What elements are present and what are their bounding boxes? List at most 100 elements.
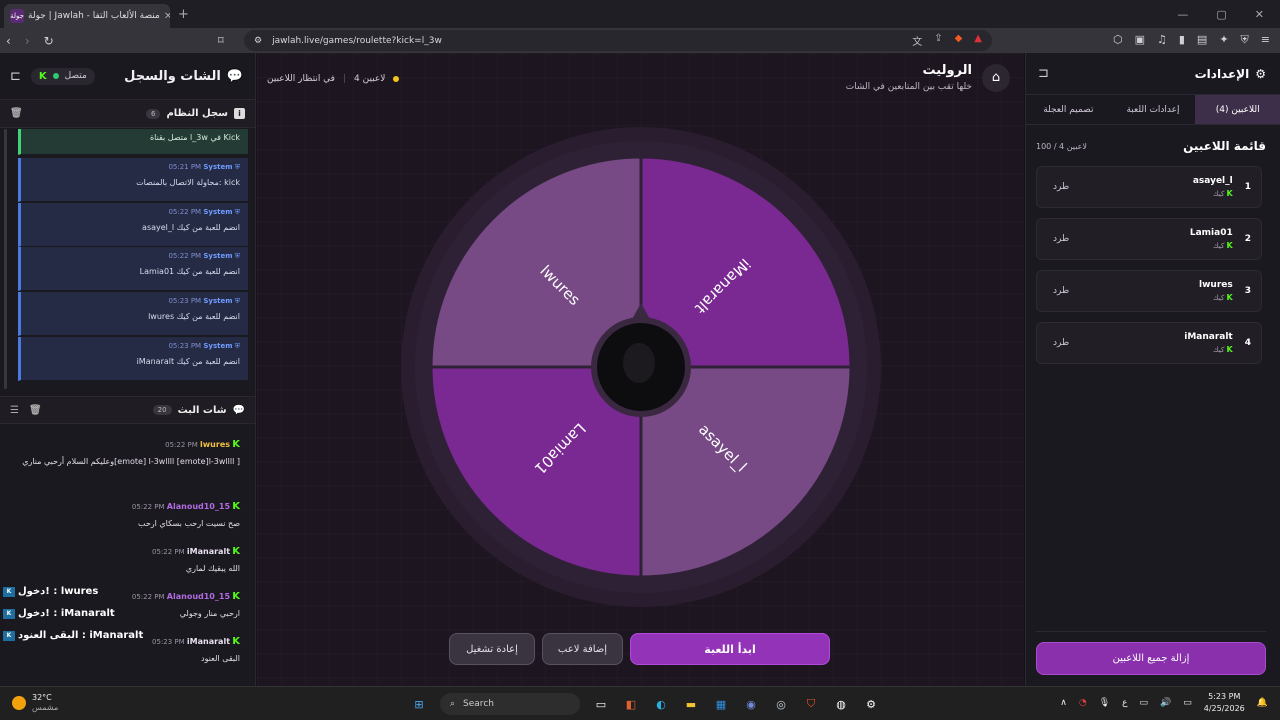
settings-icon[interactable]: ⚙: [862, 695, 880, 713]
system-log-entry: 05:21 PM System ⛨ محاولة الاتصال بالمنصا…: [18, 158, 248, 202]
media-icon[interactable]: ♫: [1157, 33, 1167, 47]
gear-icon: ⚙: [1255, 66, 1266, 81]
new-tab-icon[interactable]: +: [178, 7, 189, 22]
browser-tab[interactable]: جولة جولة | Jawlah - منصة الألعاب التفا …: [4, 4, 170, 28]
stream-chat-list[interactable]: 05:22 PM lwures K وعليكم السلام أرحبي من…: [0, 433, 256, 683]
minimize-icon[interactable]: —: [1177, 8, 1188, 21]
office-icon[interactable]: ◧: [622, 695, 640, 713]
bookmark-icon[interactable]: ⌑: [218, 34, 224, 47]
start-game-button[interactable]: ابدأ اللعبة: [630, 633, 830, 665]
roulette-wheel[interactable]: lwures iManaraltasayel_lLamia01: [399, 125, 883, 609]
leo-icon[interactable]: ✦: [1219, 33, 1228, 47]
kick-player-button[interactable]: طرد: [1053, 182, 1069, 192]
system-log-list[interactable]: متصل بقناة l_3w في Kick 05:21 PM System …: [0, 129, 256, 392]
browser-tabbar: جولة جولة | Jawlah - منصة الألعاب التفا …: [0, 0, 1280, 28]
chat-message: 05:22 PM lwures K وعليكم السلام أرحبي من…: [22, 439, 240, 466]
start-icon[interactable]: ⊞: [410, 695, 428, 713]
app: ⊏ K متصل الشات والسجل 💬 🗑 6 سجل النظام i…: [0, 53, 1280, 686]
system-log-entry: 05:22 PM System ⛨ Lamia01 انضم للعبة من …: [18, 247, 248, 291]
scrollbar[interactable]: [4, 129, 7, 389]
shield-icon: ⛨: [234, 297, 240, 305]
settings-tabs: تصميم العجلة إعدادات اللعبة اللاعبين (4): [1026, 95, 1280, 125]
menu-icon[interactable]: ≡: [1261, 33, 1270, 47]
collapse-panel-icon[interactable]: ⊏: [10, 69, 21, 84]
obs-icon[interactable]: ◍: [832, 695, 850, 713]
kick-player-button[interactable]: طرد: [1053, 286, 1069, 296]
taskbar: 32°C مشمس ⊞ ⌕ Search ▭ ◧ ◐ ▬ ▦ ◉ ◎ ⛉ ◍ ⚙ ∧…: [0, 686, 1280, 720]
online-label: متصل: [64, 71, 87, 81]
chat-header: ⊏ K متصل الشات والسجل 💬: [0, 53, 255, 100]
system-log-entry: 05:23 PM System ⛨ iManaralt انضم للعبة م…: [18, 337, 248, 381]
system-log-entry: 05:22 PM System ⛨ asayel_l انضم للعبة من…: [18, 203, 248, 247]
trash-icon[interactable]: 🗑: [29, 405, 42, 416]
add-player-button[interactable]: إضافة لاعب: [542, 633, 623, 665]
collapse-panel-icon[interactable]: ⊐: [1038, 66, 1049, 81]
network-icon[interactable]: ▭: [1140, 698, 1149, 708]
back-icon[interactable]: ‹: [6, 34, 11, 48]
file-explorer-icon[interactable]: ▬: [682, 695, 700, 713]
wallet-icon[interactable]: ▤: [1197, 33, 1207, 47]
vpn-icon[interactable]: ⛨: [1241, 33, 1249, 47]
game-subtitle: خلها تقب بين المتابعين في الشات: [845, 82, 972, 92]
restart-button[interactable]: إعادة تشغيل: [449, 633, 535, 665]
app-tray-icon[interactable]: ◔: [1079, 698, 1087, 708]
shield-icon: ⛨: [234, 252, 240, 260]
tab-players[interactable]: اللاعبين (4): [1195, 95, 1280, 124]
translate-icon[interactable]: 文: [912, 33, 922, 48]
weather-widget[interactable]: 32°C مشمس: [12, 693, 58, 713]
screenshot-icon[interactable]: ▣: [1135, 33, 1145, 47]
store-icon[interactable]: ▦: [712, 695, 730, 713]
edge-icon[interactable]: ◐: [652, 695, 670, 713]
trash-icon[interactable]: 🗑: [10, 108, 23, 119]
search-box[interactable]: ⌕ Search: [440, 693, 580, 715]
battery-icon[interactable]: ▭: [1183, 698, 1192, 708]
address-bar[interactable]: ⌑ ⚙ jawlah.live/games/roulette?kick=l_3w…: [218, 30, 992, 51]
clock[interactable]: 5:23 PM 4/25/2026: [1204, 691, 1245, 715]
tab-title: جولة | Jawlah - منصة الألعاب التفا: [28, 11, 160, 21]
share-icon[interactable]: ⇪: [934, 33, 942, 48]
player-card: طرد Lamia01 كيك K 2: [1036, 218, 1262, 260]
home-button[interactable]: ⌂: [982, 63, 1010, 92]
forward-icon[interactable]: ›: [25, 34, 30, 48]
task-view-icon[interactable]: ▭: [592, 695, 610, 713]
shield-icon: ⛨: [234, 208, 240, 216]
tab-game-settings[interactable]: إعدادات اللعبة: [1111, 95, 1196, 124]
kick-player-button[interactable]: طرد: [1053, 338, 1069, 348]
game-area: في انتظار اللاعبين | 4 لاعبين الروليت خل…: [257, 53, 1024, 686]
extensions-icon[interactable]: ⬡: [1113, 33, 1123, 47]
shield-icon: ⛨: [234, 342, 240, 350]
shield-icon: ⛨: [234, 163, 240, 171]
close-tab-icon[interactable]: ✕: [164, 11, 170, 22]
status-dot: [393, 76, 400, 82]
kick-badge-icon: K: [3, 630, 15, 641]
info-icon: i: [234, 108, 245, 119]
mic-icon[interactable]: 🎙: [1099, 698, 1110, 708]
brave-shield-icon[interactable]: ◆: [955, 33, 963, 48]
kick-player-button[interactable]: طرد: [1053, 234, 1069, 244]
chat-bubble-icon: 💬: [232, 404, 245, 416]
close-window-icon[interactable]: ✕: [1255, 8, 1264, 21]
home-icon: ⌂: [991, 70, 1001, 85]
site-info-icon[interactable]: ⚙: [254, 36, 262, 46]
site-favicon-icon: جولة: [10, 9, 24, 23]
system-log-header[interactable]: 🗑 6 سجل النظام i: [0, 100, 255, 128]
stream-chat-header[interactable]: ☰ 🗑 20 شات البث 💬: [0, 396, 255, 424]
brave-icon[interactable]: ⛉: [802, 695, 820, 713]
language-indicator[interactable]: ع: [1122, 698, 1127, 708]
game-header: الروليت خلها تقب بين المتابعين في الشات …: [846, 63, 1010, 92]
maximize-icon[interactable]: ▢: [1216, 8, 1226, 21]
avatar-figure: [623, 343, 655, 383]
sidebar-icon[interactable]: ▮: [1179, 33, 1185, 47]
filter-icon[interactable]: ☰: [10, 405, 19, 416]
discord-icon[interactable]: ◉: [742, 695, 760, 713]
reload-icon[interactable]: ↻: [44, 34, 54, 48]
notification-icon[interactable]: 🔔: [1257, 698, 1268, 708]
system-log-entry: 05:23 PM System ⛨ lwures انضم للعبة من ك…: [18, 292, 248, 336]
steam-icon[interactable]: ◎: [772, 695, 790, 713]
tab-wheel-design[interactable]: تصميم العجلة: [1026, 95, 1111, 124]
brave-rewards-icon[interactable]: ▲: [974, 33, 982, 48]
chevron-up-icon[interactable]: ∧: [1060, 698, 1067, 708]
volume-icon[interactable]: 🔊: [1160, 698, 1171, 708]
remove-all-players-button[interactable]: إزالة جميع اللاعبين: [1036, 642, 1266, 675]
stream-overlay-entry: K البقى العنود : iManaralt: [3, 630, 143, 641]
